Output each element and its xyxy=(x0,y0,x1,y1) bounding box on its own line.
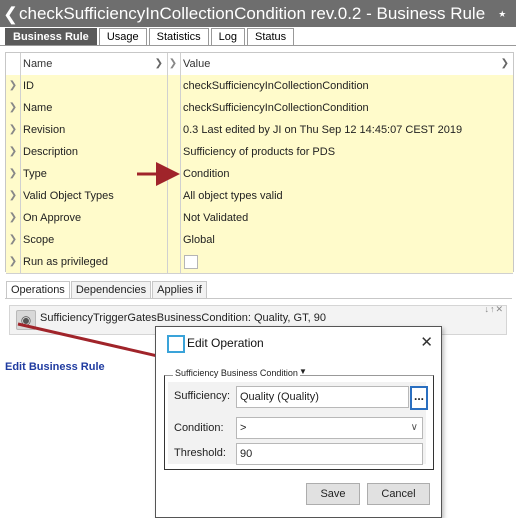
row-expander xyxy=(166,229,181,251)
tab-business-rule[interactable]: Business Rule xyxy=(5,28,97,45)
condition-value: > xyxy=(240,422,247,434)
property-value[interactable]: Global xyxy=(181,229,513,251)
row-expander xyxy=(166,141,181,163)
row-expander[interactable]: ❯ xyxy=(6,141,21,163)
column-header-value[interactable]: Value ❯ xyxy=(181,53,513,75)
table-row[interactable]: ❯ Type Condition xyxy=(6,163,513,186)
table-row[interactable]: ❯ ID checkSufficiencyInCollectionConditi… xyxy=(6,75,513,98)
table-row[interactable]: ❯ On Approve Not Validated xyxy=(6,207,513,230)
cancel-button[interactable]: Cancel xyxy=(367,483,430,505)
tab-applies-if[interactable]: Applies if xyxy=(152,281,207,299)
row-handle xyxy=(6,53,21,75)
table-row[interactable]: ❯ Run as privileged xyxy=(6,251,513,274)
main-tabs: Business Rule Usage Statistics Log Statu… xyxy=(5,27,296,45)
condition-label: Condition: xyxy=(174,422,224,434)
property-name: Description xyxy=(21,141,168,163)
property-name: Run as privileged xyxy=(21,251,168,273)
column-header-value-label: Value xyxy=(183,58,211,70)
row-expander[interactable]: ❯ xyxy=(6,207,21,229)
table-row[interactable]: ❯ Valid Object Types All object types va… xyxy=(6,185,513,208)
property-value[interactable]: All object types valid xyxy=(181,185,513,207)
table-row[interactable]: ❯ Name checkSufficiencyInCollectionCondi… xyxy=(6,97,513,120)
tab-log[interactable]: Log xyxy=(210,28,245,45)
property-value[interactable]: 0.3 Last edited by JI on Thu Sep 12 14:4… xyxy=(181,119,513,141)
threshold-label: Threshold: xyxy=(174,447,226,459)
dialog-app-icon xyxy=(167,335,185,353)
sufficiency-label: Sufficiency: xyxy=(174,390,231,402)
table-header: Name ❯ ❯ Value ❯ xyxy=(6,53,513,76)
table-row[interactable]: ❯ Description Sufficiency of products fo… xyxy=(6,141,513,164)
edit-business-rule-link[interactable]: Edit Business Rule xyxy=(5,361,105,373)
bottom-tabs: Operations Dependencies Applies if xyxy=(6,281,208,299)
row-expander[interactable]: ❯ xyxy=(6,97,21,119)
back-chevron-icon[interactable]: ❮ xyxy=(3,4,19,24)
condition-select[interactable]: > ∨ xyxy=(236,417,423,439)
close-icon[interactable]: ✕ xyxy=(420,333,433,351)
operation-text: SufficiencyTriggerGatesBusinessCondition… xyxy=(40,312,326,324)
threshold-field[interactable]: 90 xyxy=(236,443,423,465)
tab-operations[interactable]: Operations xyxy=(6,281,70,299)
row-expander[interactable]: ❯ xyxy=(6,251,21,273)
row-expander xyxy=(166,97,181,119)
tab-statistics[interactable]: Statistics xyxy=(148,28,209,45)
edit-operation-dialog: Edit Operation ✕ Sufficiency Business Co… xyxy=(155,326,442,518)
group-label: Sufficiency Business Condition xyxy=(173,368,300,378)
eye-icon[interactable]: ◉ xyxy=(16,310,36,330)
property-name: ID xyxy=(21,75,168,97)
row-expander[interactable]: ❯ xyxy=(6,185,21,207)
tab-usage[interactable]: Usage xyxy=(98,28,147,45)
property-name: Scope xyxy=(21,229,168,251)
row-expander xyxy=(166,75,181,97)
pin-icon[interactable]: ⭑ xyxy=(498,5,506,22)
property-value[interactable]: checkSufficiencyInCollectionCondition xyxy=(181,97,513,119)
row-expander[interactable]: ❯ xyxy=(6,163,21,185)
property-name: Type xyxy=(21,163,168,185)
property-value[interactable]: checkSufficiencyInCollectionCondition xyxy=(181,75,513,97)
row-expander xyxy=(166,185,181,207)
property-name: Valid Object Types xyxy=(21,185,168,207)
reorder-controls[interactable]: ↓↑✕ xyxy=(484,304,504,315)
chevron-down-icon: ∨ xyxy=(410,422,418,433)
column-header-name-label: Name xyxy=(23,58,53,70)
row-expander xyxy=(166,119,181,141)
row-expander xyxy=(166,207,181,229)
browse-button[interactable]: ... xyxy=(410,386,428,410)
property-value[interactable]: Condition xyxy=(181,163,513,185)
column-header-name[interactable]: Name ❯ xyxy=(21,53,168,75)
property-value[interactable]: Sufficiency of products for PDS xyxy=(181,141,513,163)
property-name: Revision xyxy=(21,119,168,141)
row-expander xyxy=(166,163,181,185)
table-row[interactable]: ❯ Scope Global xyxy=(6,229,513,252)
tab-divider xyxy=(0,45,516,46)
property-value[interactable]: Not Validated xyxy=(181,207,513,229)
property-value-checkbox-cell[interactable] xyxy=(181,251,513,273)
row-expander[interactable]: ❯ xyxy=(6,119,21,141)
property-name: On Approve xyxy=(21,207,168,229)
column-expander[interactable]: ❯ xyxy=(166,53,181,75)
table-row[interactable]: ❯ Revision 0.3 Last edited by JI on Thu … xyxy=(6,119,513,142)
property-name: Name xyxy=(21,97,168,119)
row-expander[interactable]: ❯ xyxy=(6,229,21,251)
window-title: checkSufficiencyInCollectionCondition re… xyxy=(19,3,486,23)
run-as-privileged-checkbox[interactable] xyxy=(184,255,198,270)
title-bar: ❮ checkSufficiencyInCollectionCondition … xyxy=(0,0,516,27)
property-table: Name ❯ ❯ Value ❯ ❯ ID checkSufficiencyInCo… xyxy=(5,52,514,274)
chevron-right-icon: ❯ xyxy=(500,58,509,69)
triangle-down-icon[interactable]: ▼ xyxy=(299,367,307,376)
tab-dependencies[interactable]: Dependencies xyxy=(70,281,152,299)
dialog-title: Edit Operation xyxy=(187,336,264,350)
row-expander[interactable]: ❯ xyxy=(6,75,21,97)
save-button[interactable]: Save xyxy=(306,483,360,505)
row-expander xyxy=(166,251,181,273)
sufficiency-field[interactable]: Quality (Quality) xyxy=(236,386,409,408)
chevron-right-icon: ❯ xyxy=(154,58,163,69)
tab-status[interactable]: Status xyxy=(246,28,295,45)
